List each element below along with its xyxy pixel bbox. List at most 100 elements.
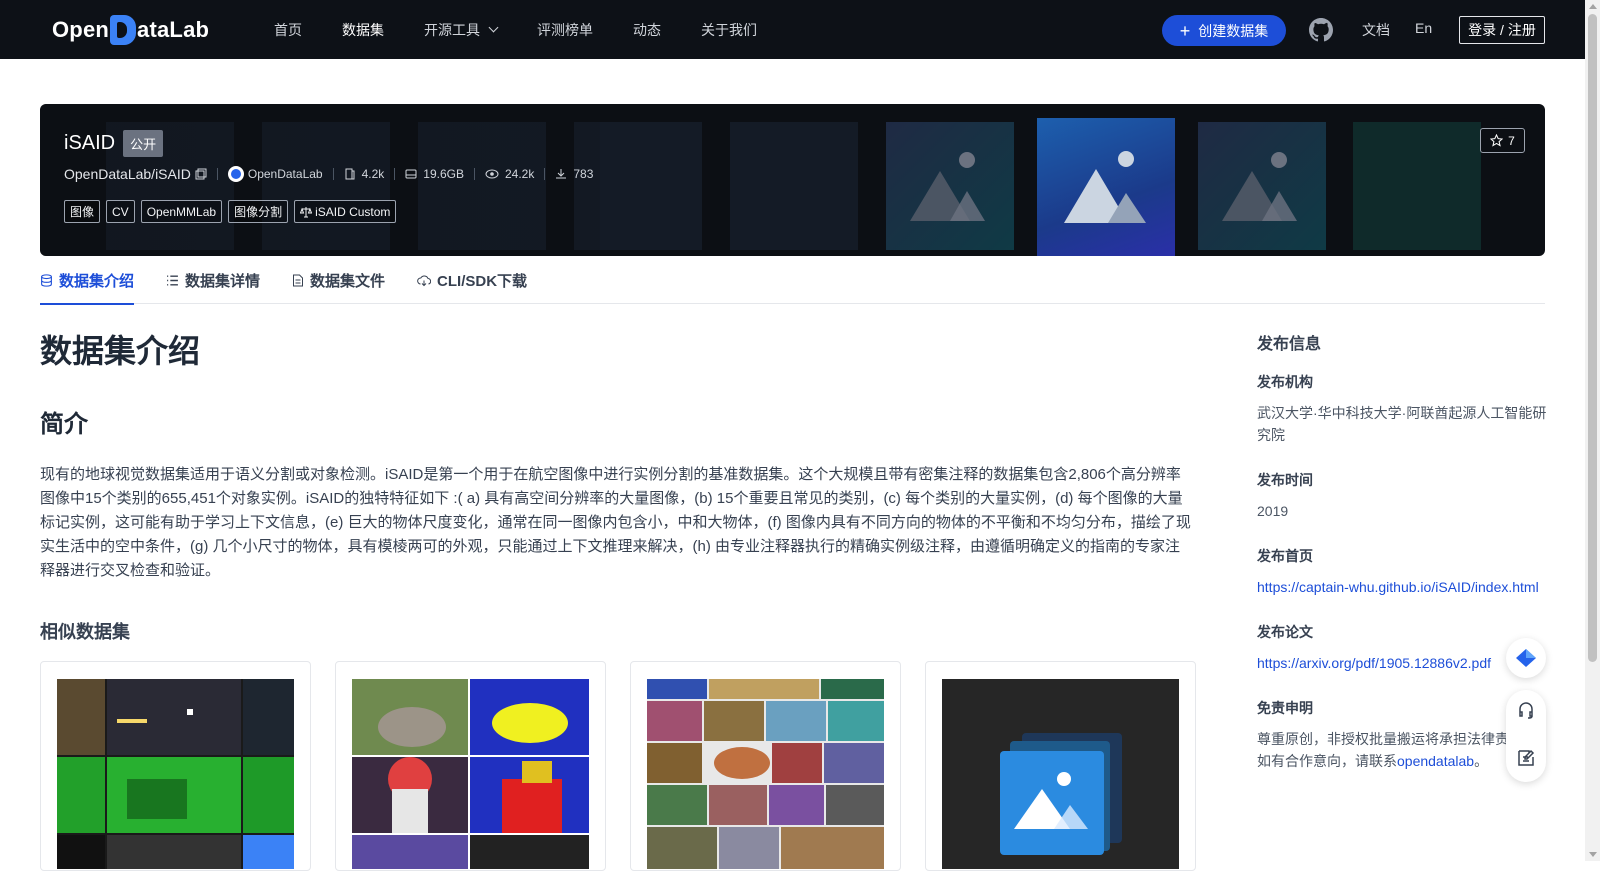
login-register-button[interactable]: 登录 / 注册 [1459,16,1545,44]
scroll-up-arrow[interactable] [1589,4,1597,9]
tab-details[interactable]: 数据集详情 [166,258,260,304]
nav-home[interactable]: 首页 [274,20,302,40]
nav-open-tools[interactable]: 开源工具 [424,20,499,40]
dataset-card[interactable] [335,661,606,871]
disclaimer-text: 尊重原创，非授权批量搬运将承担法律责任，如有合作意向，请联系opendatala… [1257,728,1547,772]
scale-icon [300,206,313,217]
main-content: 数据集介绍 简介 现有的地球视觉数据集适用于语义分割或对象检测。iSAID是第一… [40,326,1192,583]
publish-time-value: 2019 [1257,503,1289,519]
image-placeholder-icon [910,152,985,221]
stat-value: 783 [573,167,594,181]
contact-link[interactable]: opendatalab [1397,753,1474,769]
tab-label: 数据集详情 [185,273,261,290]
scroll-down-arrow[interactable] [1589,852,1597,857]
eye-icon [485,169,499,179]
nav-about[interactable]: 关于我们 [701,20,757,40]
banner-thumb-image [1198,122,1326,250]
stat-value: 19.6GB [423,167,464,181]
paper-label: 发布论文 [1257,624,1313,640]
similar-datasets-list [40,661,1220,871]
tab-files[interactable]: 数据集文件 [292,258,385,304]
nav-leaderboard[interactable]: 评测榜单 [537,20,593,40]
license-label: iSAID Custom [315,204,391,219]
sidebar-title: 发布信息 [1257,336,1322,353]
chevron-down-icon [488,22,499,33]
tag[interactable]: CV [106,200,135,223]
tab-label: CLI/SDK下载 [437,273,528,290]
stat-value: 24.2k [504,167,535,181]
logo-text-datalab: ataLab [137,17,210,42]
cloud-download-icon [417,275,432,287]
diamond-logo-icon [1516,649,1536,667]
plus-icon: + [1179,20,1191,41]
main-nav: 首页 数据集 开源工具 评测榜单 动态 关于我们 [274,0,797,59]
file-stack-icon [345,168,355,180]
card-thumbnail [57,679,294,869]
divider [216,168,218,180]
file-icon [293,274,304,287]
star-icon [1490,134,1504,147]
dataset-name: iSAID [64,132,116,154]
homepage-label: 发布首页 [1257,548,1313,564]
logo-text-open: Open [52,17,110,42]
tab-intro[interactable]: 数据集介绍 [40,258,135,305]
banner-thumb [1353,122,1481,250]
feedback-edit-icon[interactable] [1516,748,1536,768]
nav-open-tools-label: 开源工具 [424,21,480,38]
nav-datasets[interactable]: 数据集 [342,20,384,40]
banner-thumb [730,122,858,250]
paper-link[interactable]: https://arxiv.org/pdf/1905.12886v2.pdf [1257,652,1547,674]
tag[interactable]: 图像 [64,200,101,223]
logo-d-mark [110,15,137,45]
dataset-card[interactable] [925,661,1196,871]
homepage-link[interactable]: https://captain-whu.github.io/iSAID/inde… [1257,576,1547,598]
github-icon[interactable] [1309,18,1333,42]
dataset-path[interactable]: OpenDataLab/iSAID [64,166,207,182]
divider [394,168,396,180]
tab-cli-sdk[interactable]: CLI/SDK下载 [417,258,527,304]
star-button[interactable]: 7 [1480,128,1525,153]
org-name: OpenDataLab [247,167,323,181]
stat-views: 24.2k [485,167,534,181]
dataset-card[interactable] [630,661,901,871]
page-scrollbar[interactable] [1585,0,1600,861]
tag[interactable]: OpenMMLab [140,200,223,223]
org-link[interactable]: OpenDataLab [227,166,323,182]
headset-icon[interactable] [1516,700,1536,720]
banner-thumb-image [886,122,1014,250]
section-heading: 简介 [40,411,88,438]
language-switch[interactable]: En [1415,20,1432,36]
tab-label: 数据集文件 [310,273,386,290]
banner-thumb-highlight [1037,118,1175,256]
create-dataset-button[interactable]: + 创建数据集 [1162,15,1286,46]
list-icon [167,275,178,286]
license-tag[interactable]: iSAID Custom [294,200,397,223]
database-icon [41,274,52,287]
top-navbar: Open ataLab 首页 数据集 开源工具 评测榜单 动态 关于我们 + 创建数… [0,0,1585,59]
tab-label: 数据集介绍 [59,273,135,290]
dataset-tags: 图像 CV OpenMMLab 图像分割 iSAID Custom [64,200,402,223]
dataset-title: iSAID 公开 [64,130,164,157]
disk-icon [405,169,417,179]
dataset-card[interactable] [40,661,311,871]
card-thumbnail [647,679,884,869]
similar-datasets-heading: 相似数据集 [40,622,130,642]
copy-icon[interactable] [195,168,207,180]
intro-paragraph: 现有的地球视觉数据集适用于语义分割或对象检测。iSAID是第一个用于在航空图像中… [40,466,1191,579]
page-title: 数据集介绍 [40,333,201,369]
tag[interactable]: 图像分割 [228,200,289,223]
publish-info-sidebar: 发布信息 发布机构 武汉大学·华中科技大学·阿联酋起源人工智能研究院 发布时间 … [1257,330,1547,772]
star-count: 7 [1508,133,1515,148]
card-thumbnail [942,679,1179,869]
scrollbar-thumb[interactable] [1588,14,1597,662]
divider [332,168,334,180]
download-icon [556,169,567,179]
opendatalab-logo[interactable]: Open ataLab [52,14,209,46]
divider [473,168,475,180]
floating-action-bar [1506,690,1546,782]
docs-link[interactable]: 文档 [1362,20,1390,40]
nav-news[interactable]: 动态 [633,20,661,40]
publisher-value: 武汉大学·华中科技大学·阿联酋起源人工智能研究院 [1257,405,1547,443]
assistant-float-button[interactable] [1506,638,1546,678]
create-dataset-label: 创建数据集 [1198,22,1269,39]
